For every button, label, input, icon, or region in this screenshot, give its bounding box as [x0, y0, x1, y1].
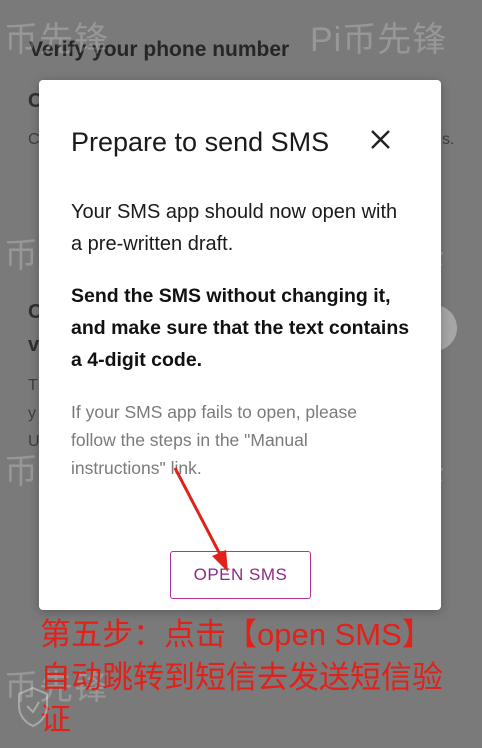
shield-icon [18, 686, 48, 728]
annotation-text: 自动跳转到短信去发送短信验 [40, 660, 443, 695]
annotation-text: 第五步：点击【open SMS】 [40, 617, 433, 652]
